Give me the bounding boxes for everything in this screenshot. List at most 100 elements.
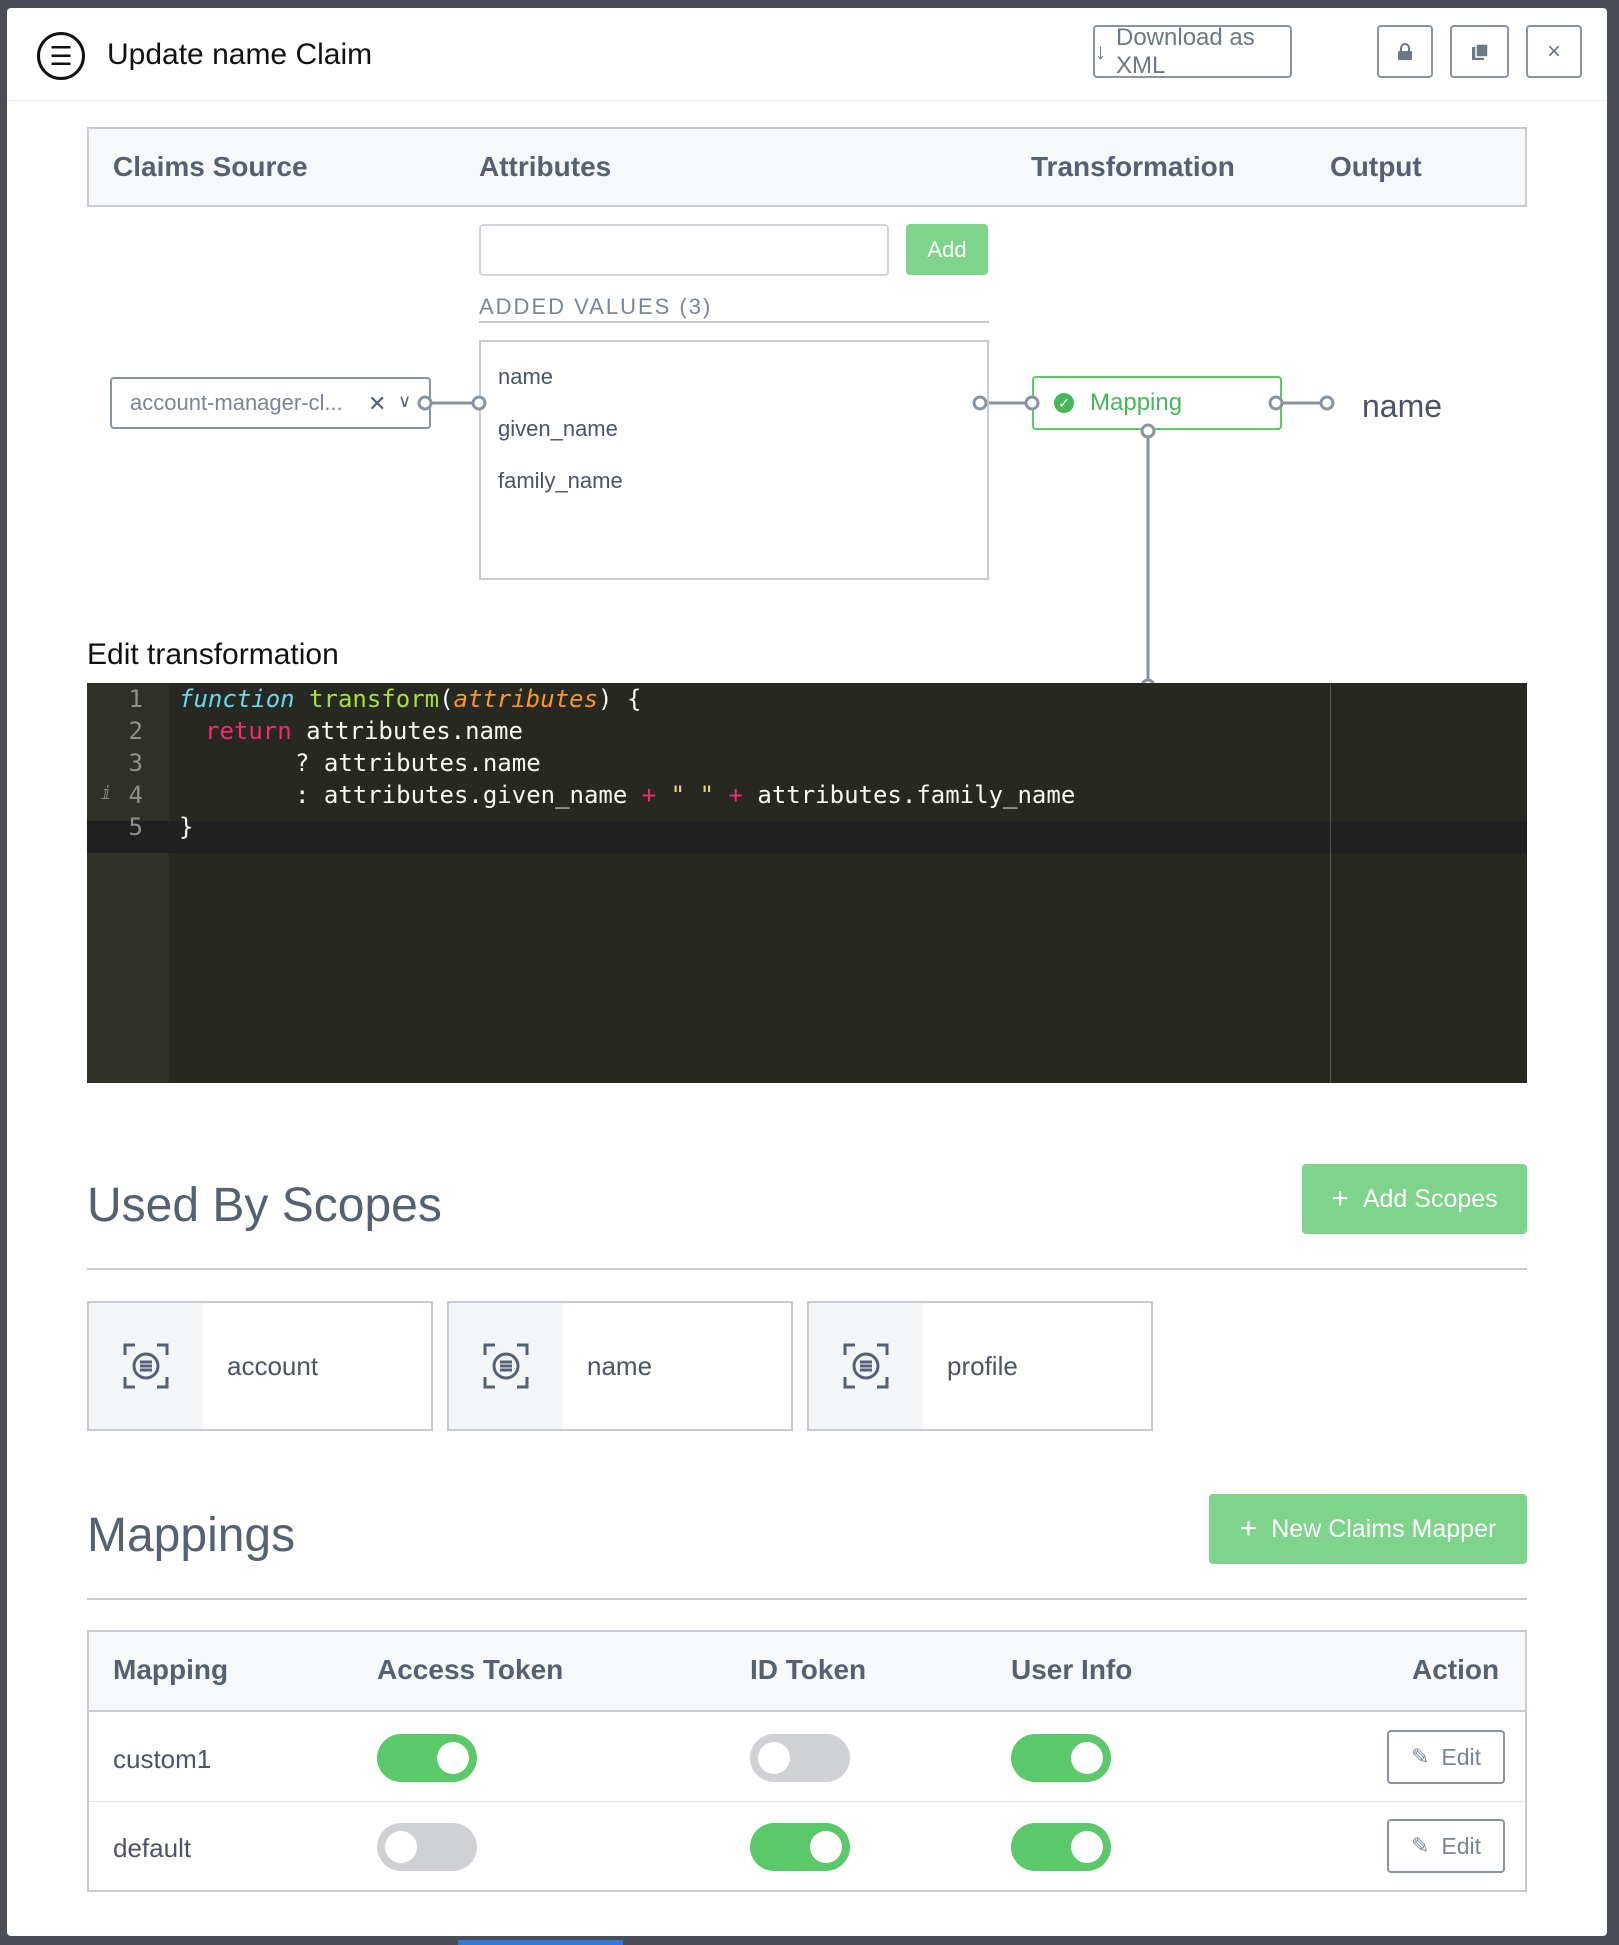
line-number: 5 bbox=[128, 813, 143, 841]
mappings-title: Mappings bbox=[87, 1509, 296, 1562]
id-token-toggle[interactable] bbox=[750, 1734, 850, 1782]
print-margin bbox=[1330, 683, 1331, 1083]
menu-icon: ☰ bbox=[49, 41, 73, 71]
output-claim-name: name bbox=[1362, 388, 1443, 424]
code-editor[interactable]: 1 2 3 ⅈ 4 5 function transform(attribute… bbox=[87, 683, 1527, 1083]
divider bbox=[87, 1268, 1527, 1270]
code-token: + bbox=[641, 781, 657, 809]
code-token: ( bbox=[439, 685, 454, 713]
access-token-toggle[interactable] bbox=[377, 1734, 477, 1782]
table-row: default ✎ Edit bbox=[89, 1803, 1525, 1891]
column-user-info: User Info bbox=[1011, 1654, 1133, 1685]
edit-button[interactable]: ✎ Edit bbox=[1387, 1819, 1505, 1873]
user-info-toggle[interactable] bbox=[1011, 1734, 1111, 1782]
clear-icon[interactable]: ✕ bbox=[368, 391, 386, 417]
id-token-toggle[interactable] bbox=[750, 1823, 850, 1871]
scope-icon-area bbox=[449, 1303, 563, 1429]
edit-label: Edit bbox=[1441, 1832, 1482, 1859]
menu-button[interactable]: ☰ bbox=[37, 32, 85, 80]
bottom-accent-bar bbox=[458, 1940, 623, 1945]
column-mapping: Mapping bbox=[113, 1654, 229, 1685]
code-line: } bbox=[179, 813, 194, 841]
code-token: transform bbox=[309, 685, 440, 713]
update-claim-modal: ☰ Update name Claim ↓ Download as XML × … bbox=[7, 8, 1607, 1936]
divider bbox=[87, 1598, 1527, 1600]
edit-label: Edit bbox=[1441, 1743, 1482, 1770]
scope-card-account[interactable]: account bbox=[87, 1301, 433, 1431]
scope-card-name[interactable]: name bbox=[447, 1301, 793, 1431]
plus-icon: + bbox=[1331, 1182, 1349, 1215]
check-circle-icon: ✓ bbox=[1054, 393, 1074, 413]
table-row: custom1 ✎ Edit bbox=[89, 1714, 1525, 1802]
column-output: Output bbox=[1330, 151, 1422, 182]
copy-button[interactable] bbox=[1450, 25, 1509, 78]
chevron-down-icon[interactable]: ∨ bbox=[398, 391, 411, 412]
access-token-toggle[interactable] bbox=[377, 1823, 477, 1871]
scope-icon-area bbox=[809, 1303, 923, 1429]
code-token: function bbox=[179, 685, 295, 713]
line-number: 2 bbox=[128, 717, 143, 745]
mapping-name: default bbox=[113, 1833, 192, 1863]
toggle-knob bbox=[810, 1831, 842, 1863]
claims-source-select[interactable]: account-manager-cl... ✕ ∨ bbox=[110, 377, 431, 429]
code-line: function transform(attributes) { bbox=[179, 685, 641, 713]
scope-icon bbox=[843, 1343, 889, 1389]
list-item[interactable]: name bbox=[498, 364, 553, 390]
code-token: attributes.name bbox=[291, 717, 523, 745]
copy-icon bbox=[1471, 42, 1489, 60]
scope-icon bbox=[123, 1343, 169, 1389]
transformation-mapping-node[interactable]: ✓ Mapping bbox=[1032, 376, 1282, 430]
download-label: Download as XML bbox=[1116, 23, 1255, 79]
scope-icon bbox=[483, 1343, 529, 1389]
toggle-knob bbox=[1071, 1742, 1103, 1774]
toggle-knob bbox=[1071, 1831, 1103, 1863]
modal-header: ☰ Update name Claim ↓ Download as XML × bbox=[7, 8, 1607, 101]
new-claims-mapper-label: New Claims Mapper bbox=[1271, 1514, 1497, 1543]
code-token: return bbox=[205, 717, 292, 745]
lock-button[interactable] bbox=[1377, 25, 1433, 78]
scope-card-profile[interactable]: profile bbox=[807, 1301, 1153, 1431]
download-icon: ↓ bbox=[1095, 38, 1106, 64]
scope-name: profile bbox=[947, 1351, 1018, 1381]
column-claims-source: Claims Source bbox=[113, 151, 308, 182]
mappings-table-header: Mapping Access Token ID Token User Info … bbox=[89, 1632, 1525, 1712]
code-token: + bbox=[728, 781, 743, 809]
pipeline-header: Claims Source Attributes Transformation … bbox=[87, 127, 1527, 207]
code-line: return attributes.name bbox=[205, 717, 523, 745]
line-number: 3 bbox=[128, 749, 143, 777]
list-item[interactable]: family_name bbox=[498, 468, 623, 494]
pencil-icon: ✎ bbox=[1410, 1833, 1430, 1858]
modal-title: Update name Claim bbox=[107, 38, 373, 71]
line-number: 1 bbox=[128, 685, 143, 713]
column-action: Action bbox=[1412, 1654, 1500, 1685]
edit-transformation-title: Edit transformation bbox=[87, 638, 339, 671]
line-number: 4 bbox=[128, 781, 143, 809]
column-transformation: Transformation bbox=[1031, 151, 1235, 182]
code-token: attributes.family_name bbox=[742, 781, 1076, 809]
close-button[interactable]: × bbox=[1526, 25, 1582, 78]
add-scopes-button[interactable]: + Add Scopes bbox=[1302, 1164, 1527, 1234]
claims-source-value: account-manager-cl... bbox=[130, 390, 343, 415]
added-values-list: name given_name family_name bbox=[479, 340, 989, 580]
new-claims-mapper-button[interactable]: + New Claims Mapper bbox=[1209, 1494, 1527, 1564]
toggle-knob bbox=[437, 1742, 469, 1774]
add-scopes-label: Add Scopes bbox=[1362, 1184, 1498, 1213]
code-token: " " bbox=[656, 781, 729, 809]
active-line-highlight bbox=[87, 821, 1527, 853]
toggle-knob bbox=[758, 1742, 790, 1774]
attribute-input[interactable] bbox=[479, 224, 889, 276]
column-access-token: Access Token bbox=[377, 1654, 564, 1685]
column-attributes: Attributes bbox=[479, 151, 612, 182]
lock-icon bbox=[1398, 42, 1412, 60]
code-line: : attributes.given_name + " " + attribut… bbox=[295, 781, 1075, 809]
code-line: ? attributes.name bbox=[295, 749, 541, 777]
scope-name: name bbox=[587, 1351, 653, 1381]
add-attribute-button[interactable]: Add bbox=[906, 224, 988, 275]
transformation-label: Mapping bbox=[1090, 389, 1183, 416]
download-xml-button[interactable]: ↓ Download as XML bbox=[1093, 23, 1292, 79]
code-token: : attributes.given_name bbox=[295, 781, 642, 809]
user-info-toggle[interactable] bbox=[1011, 1823, 1111, 1871]
scope-name: account bbox=[227, 1351, 319, 1381]
edit-button[interactable]: ✎ Edit bbox=[1387, 1730, 1505, 1784]
list-item[interactable]: given_name bbox=[498, 416, 618, 442]
